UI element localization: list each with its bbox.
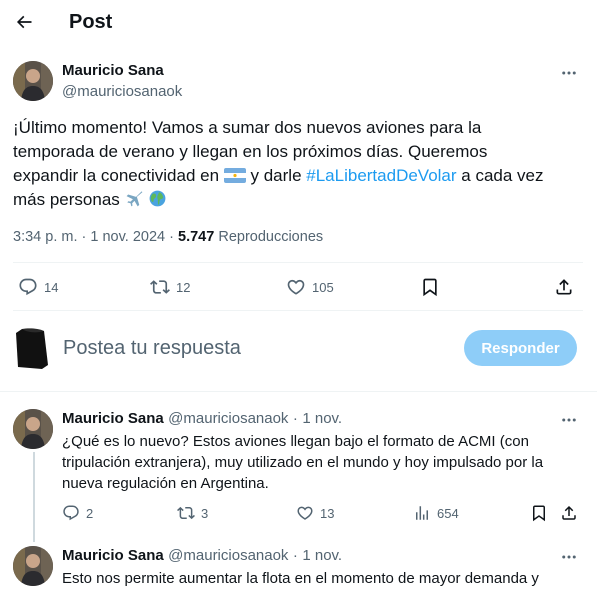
meta-separator: · xyxy=(81,229,87,245)
meta-separator: · xyxy=(169,229,174,245)
avatar-image xyxy=(13,409,53,449)
reply-icon xyxy=(63,505,79,521)
meta-separator: · xyxy=(292,547,298,564)
reply-count: 14 xyxy=(44,279,59,295)
share-button[interactable] xyxy=(560,504,578,522)
hashtag-link[interactable]: #LaLibertadDeVolar xyxy=(306,166,456,185)
share-button[interactable] xyxy=(554,277,574,297)
reply-count: 2 xyxy=(86,505,94,521)
reply-header: Mauricio Sana @mauriciosanaok · 1 nov. xyxy=(62,547,342,565)
reply-icon xyxy=(19,278,37,296)
heart-icon xyxy=(287,279,305,295)
divider xyxy=(13,310,583,311)
like-action[interactable]: 105 xyxy=(286,277,334,297)
user-avatar[interactable] xyxy=(14,327,50,371)
reply-author-name[interactable]: Mauricio Sana xyxy=(62,547,164,564)
reply-author-name[interactable]: Mauricio Sana xyxy=(62,410,164,427)
reply-date[interactable]: 1 nov. xyxy=(302,547,342,564)
repost-action[interactable]: 12 xyxy=(150,277,190,297)
post-text-part2: y darle xyxy=(250,166,302,185)
views-action[interactable]: 654 xyxy=(413,504,459,522)
bookmark-icon xyxy=(533,505,545,522)
reply-author-avatar[interactable] xyxy=(13,546,53,586)
reply-action[interactable]: 14 xyxy=(18,277,58,297)
divider xyxy=(13,262,583,263)
meta-separator: · xyxy=(292,410,298,427)
reply-input[interactable]: Postea tu respuesta xyxy=(63,337,241,360)
like-action[interactable]: 13 xyxy=(296,504,334,522)
post-meta: 3:34 p. m. · 1 nov. 2024 · 5.747 Reprodu… xyxy=(13,229,323,245)
reply-author-avatar[interactable] xyxy=(13,409,53,449)
avatar-image xyxy=(13,546,53,586)
views-label: Reproducciones xyxy=(218,229,324,245)
reply-submit-button[interactable]: Responder xyxy=(464,330,577,366)
bookmark-button[interactable] xyxy=(530,504,548,522)
views-count: 654 xyxy=(437,505,459,521)
share-icon xyxy=(556,279,572,295)
reply-author-handle[interactable]: @mauriciosanaok xyxy=(168,410,288,427)
divider xyxy=(0,391,597,392)
avatar-image xyxy=(13,61,53,101)
reply-date[interactable]: 1 nov. xyxy=(302,410,342,427)
author-name[interactable]: Mauricio Sana xyxy=(62,62,164,79)
repost-icon xyxy=(150,280,170,294)
more-horizontal-icon xyxy=(562,555,576,559)
more-options-button[interactable] xyxy=(556,60,582,86)
reply-more-button[interactable] xyxy=(556,544,582,570)
more-horizontal-icon xyxy=(562,71,576,75)
post-text: ¡Último momento! Vamos a sumar dos nuevo… xyxy=(13,116,553,212)
more-horizontal-icon xyxy=(562,418,576,422)
argentina-flag-icon xyxy=(223,168,246,183)
views-count: 5.747 xyxy=(178,229,215,245)
reply-author-handle[interactable]: @mauriciosanaok xyxy=(168,547,288,564)
page-title: Post xyxy=(69,11,113,33)
repost-count: 3 xyxy=(201,505,209,521)
analytics-icon xyxy=(416,506,428,520)
avatar-image xyxy=(16,328,48,369)
post-time[interactable]: 3:34 p. m. xyxy=(13,229,77,245)
like-count: 13 xyxy=(320,505,335,521)
post-date[interactable]: 1 nov. 2024 xyxy=(90,229,165,245)
author-handle[interactable]: @mauriciosanaok xyxy=(62,83,182,100)
reply-more-button[interactable] xyxy=(556,407,582,433)
reply-action[interactable]: 2 xyxy=(62,504,93,522)
reply-header: Mauricio Sana @mauriciosanaok · 1 nov. xyxy=(62,410,342,428)
bookmark-button[interactable] xyxy=(420,277,440,297)
thread-line xyxy=(33,452,35,542)
heart-icon xyxy=(297,506,313,520)
reply-text: ¿Qué es lo nuevo? Estos aviones llegan b… xyxy=(62,433,544,492)
arrow-left-icon xyxy=(16,15,32,29)
bookmark-icon xyxy=(423,278,437,297)
repost-icon xyxy=(177,506,195,520)
airplane-icon xyxy=(125,189,144,208)
repost-action[interactable]: 3 xyxy=(177,504,208,522)
globe-icon xyxy=(148,189,167,208)
author-avatar[interactable] xyxy=(13,61,53,101)
repost-count: 12 xyxy=(176,279,191,295)
back-button[interactable] xyxy=(8,6,40,38)
like-count: 105 xyxy=(312,279,334,295)
share-icon xyxy=(562,505,576,520)
reply-text: Esto nos permite aumentar la flota en el… xyxy=(62,570,539,587)
